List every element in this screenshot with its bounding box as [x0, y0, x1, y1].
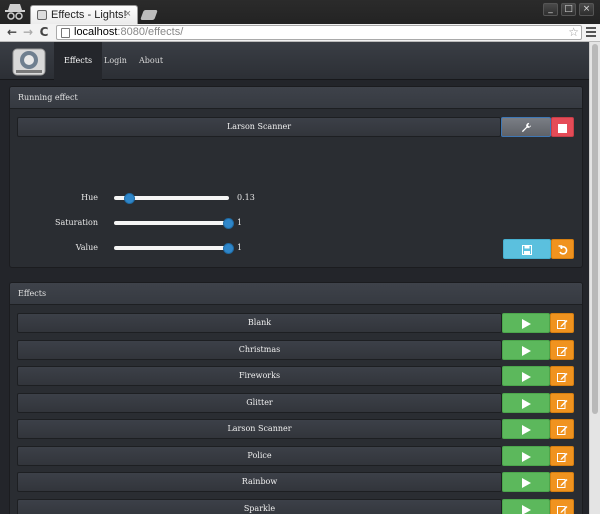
revert-button[interactable] [551, 239, 574, 259]
play-effect-button[interactable] [502, 313, 550, 333]
param-label: Value [75, 243, 98, 252]
page-viewport: Effects Login About Running effect Larso… [0, 42, 589, 514]
param-slider-handle[interactable] [223, 242, 234, 254]
incognito-icon [5, 4, 25, 20]
param-value: 1 [237, 243, 243, 252]
running-effect-heading: Running effect [10, 87, 582, 109]
browser-toolbar: ← → C localhost:8080/effects/ ☆ [0, 24, 600, 42]
play-icon [521, 504, 531, 514]
play-effect-button[interactable] [502, 339, 550, 360]
param-slider-handle[interactable] [223, 217, 234, 229]
edit-effect-button[interactable] [550, 366, 574, 386]
play-icon [521, 372, 531, 382]
param-label: Hue [81, 193, 98, 202]
wrench-icon [521, 122, 531, 133]
stop-button[interactable] [551, 117, 574, 137]
save-button[interactable] [503, 239, 551, 259]
effect-row: Police [17, 445, 502, 466]
play-icon [521, 319, 531, 329]
param-slider-track[interactable] [114, 221, 229, 225]
edit-effect-button[interactable] [550, 419, 574, 439]
play-icon [521, 398, 531, 409]
edit-effect-button[interactable] [550, 445, 574, 466]
configure-button[interactable] [501, 117, 551, 137]
play-effect-button[interactable] [502, 445, 550, 466]
effect-row: Blank [17, 313, 502, 333]
browser-tab[interactable]: Effects - Lights! × [30, 5, 138, 24]
effects-panel: Effects Blank Christmas Fireworks Glitter La… [9, 282, 583, 514]
edit-icon [556, 320, 567, 329]
url-path: :8080/effects/ [117, 26, 184, 38]
top-navbar: Effects Login About [0, 42, 589, 80]
back-icon[interactable]: ← [5, 25, 19, 40]
play-icon [521, 478, 531, 488]
browser-tab-strip: Effects - Lights! × _ □ × [0, 0, 600, 24]
edit-effect-button[interactable] [550, 313, 574, 333]
edit-icon [556, 399, 567, 409]
play-effect-button[interactable] [502, 392, 550, 413]
play-icon [521, 451, 531, 462]
param-slider-handle[interactable] [211, 268, 222, 269]
play-effect-button[interactable] [502, 472, 550, 492]
close-window-button[interactable]: × [579, 3, 594, 16]
effect-row: Rainbow [17, 472, 502, 492]
edit-icon [556, 505, 567, 514]
play-effect-button[interactable] [502, 498, 550, 514]
play-effect-button[interactable] [502, 366, 550, 386]
effect-row: Christmas [17, 339, 502, 360]
url-host: localhost [74, 26, 118, 38]
bookmark-star-icon[interactable]: ☆ [568, 25, 579, 39]
edit-icon [556, 346, 567, 356]
edit-effect-button[interactable] [550, 498, 574, 514]
address-bar[interactable]: localhost:8080/effects/ ☆ [56, 25, 582, 40]
effects-heading: Effects [10, 283, 582, 305]
edit-icon [556, 373, 567, 382]
page-icon [61, 28, 70, 38]
scrollbar-thumb[interactable] [592, 44, 598, 414]
running-effect-name: Larson Scanner [17, 117, 501, 137]
param-slider-track[interactable] [114, 246, 229, 250]
forward-icon[interactable]: → [21, 25, 35, 40]
tab-title: Effects - Lights! [51, 9, 127, 21]
close-tab-icon[interactable]: × [125, 8, 131, 20]
param-slider-handle[interactable] [124, 192, 135, 204]
stop-icon [558, 124, 567, 133]
param-value: 0.13 [237, 193, 255, 202]
nav-about[interactable]: About [129, 42, 173, 80]
play-effect-button[interactable] [502, 419, 550, 439]
app-logo-icon[interactable] [12, 45, 46, 77]
floppy-disk-icon [522, 245, 532, 255]
edit-effect-button[interactable] [550, 472, 574, 492]
effect-row: Sparkle [17, 498, 502, 514]
param-label: Saturation [55, 218, 98, 227]
effect-row: Larson Scanner [17, 419, 502, 439]
play-icon [521, 425, 531, 435]
edit-icon [556, 479, 567, 488]
reload-icon[interactable]: C [37, 25, 51, 40]
edit-icon [556, 452, 567, 462]
effect-row: Fireworks [17, 366, 502, 386]
edit-effect-button[interactable] [550, 392, 574, 413]
new-tab-button[interactable] [140, 10, 158, 20]
running-effect-panel: Running effect Larson Scanner Hue 0.13 Sat… [9, 86, 583, 268]
play-icon [521, 345, 531, 356]
edit-effect-button[interactable] [550, 339, 574, 360]
param-value: 1 [237, 218, 243, 227]
maximize-button[interactable]: □ [561, 3, 576, 16]
page-favicon-icon [37, 10, 47, 20]
browser-menu-icon[interactable] [586, 27, 596, 37]
minimize-button[interactable]: _ [543, 3, 558, 16]
undo-icon [558, 245, 567, 255]
effect-row: Glitter [17, 392, 502, 413]
edit-icon [556, 426, 567, 435]
page-scrollbar[interactable] [589, 42, 600, 514]
